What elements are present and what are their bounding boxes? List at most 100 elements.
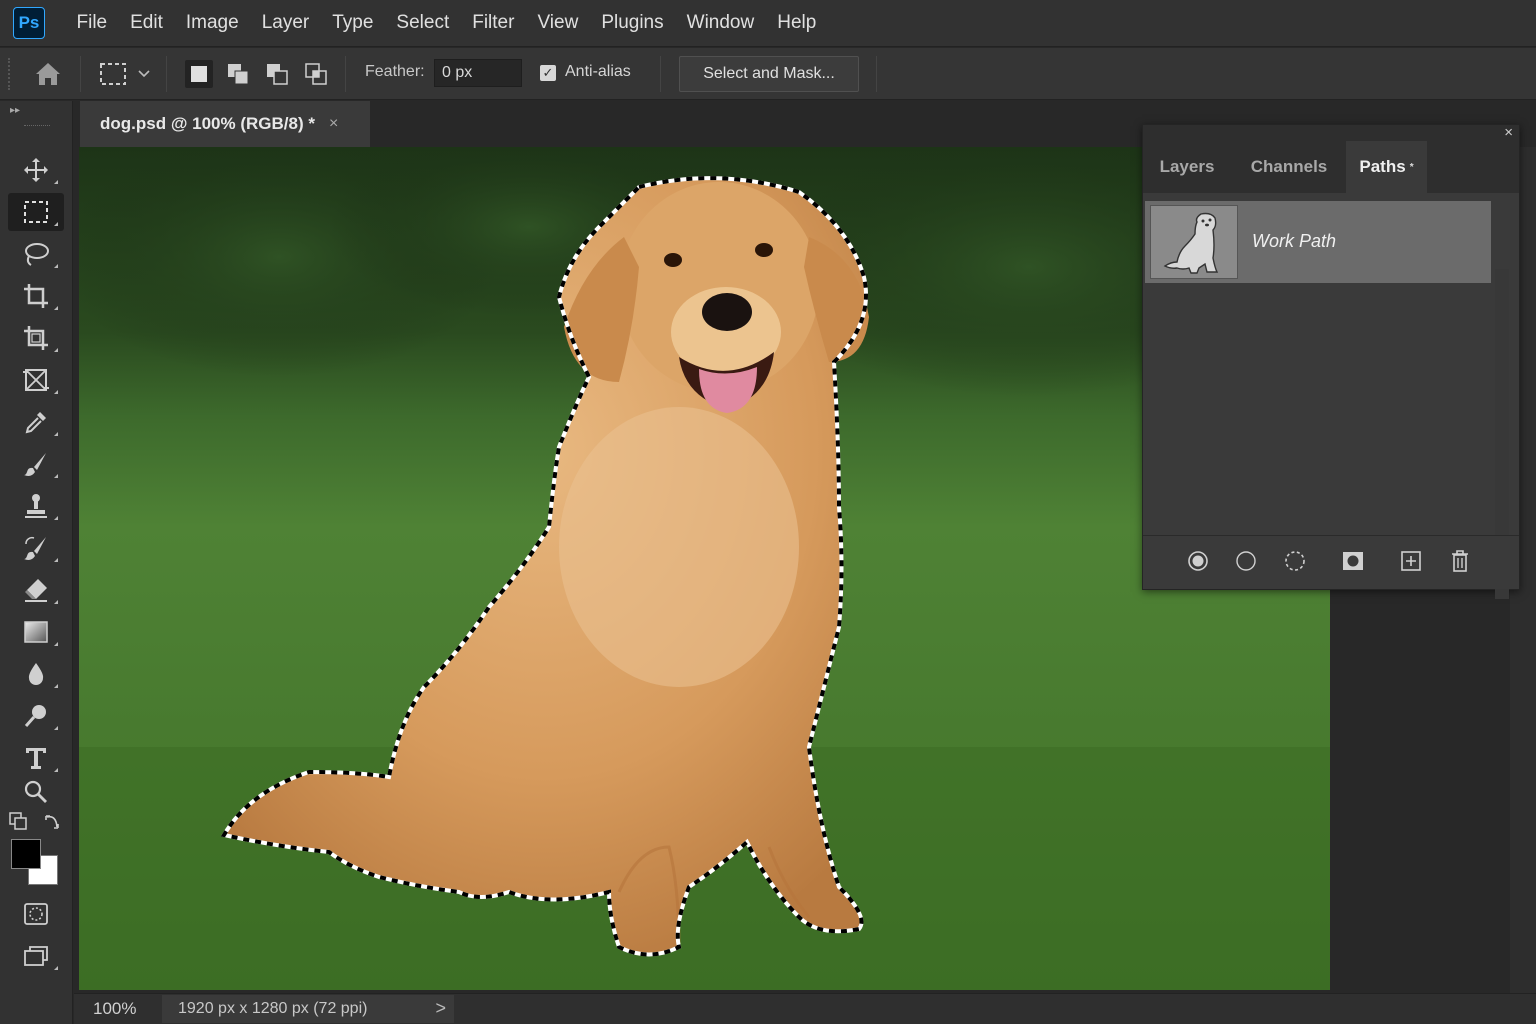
stroke-path-button[interactable] bbox=[1233, 548, 1259, 574]
lasso-icon bbox=[25, 243, 49, 266]
home-button[interactable] bbox=[32, 60, 64, 88]
toolbar-grip[interactable] bbox=[24, 125, 50, 128]
separator bbox=[166, 56, 167, 92]
panel-footer bbox=[1143, 535, 1519, 589]
intersect-selection-button[interactable] bbox=[302, 60, 330, 88]
tab-layers[interactable]: Layers bbox=[1143, 141, 1231, 193]
tab-channels[interactable]: Channels bbox=[1235, 141, 1343, 193]
fill-path-button[interactable] bbox=[1185, 548, 1211, 574]
menu-help[interactable]: Help bbox=[766, 12, 828, 34]
eyedropper-tool[interactable] bbox=[8, 403, 64, 441]
blur-tool[interactable] bbox=[8, 655, 64, 693]
path-name: Work Path bbox=[1252, 231, 1337, 251]
gradient-tool[interactable] bbox=[8, 613, 64, 651]
trash-icon bbox=[1452, 550, 1468, 572]
frame-icon bbox=[23, 369, 49, 391]
separator bbox=[660, 56, 661, 92]
panel-title-bar[interactable]: × bbox=[1143, 124, 1519, 141]
subtract-from-selection-button[interactable] bbox=[263, 60, 291, 88]
menu-bar: Ps File Edit Image Layer Type Select Fil… bbox=[0, 0, 1536, 47]
swap-colors-button[interactable] bbox=[42, 812, 62, 832]
chevron-down-icon bbox=[138, 70, 150, 78]
dodge-icon bbox=[24, 705, 46, 727]
menu-select[interactable]: Select bbox=[385, 12, 461, 34]
menu-layer[interactable]: Layer bbox=[250, 12, 321, 34]
blur-icon bbox=[28, 663, 44, 685]
menu-plugins[interactable]: Plugins bbox=[590, 12, 675, 34]
antialias-checkbox[interactable]: ✓ bbox=[540, 65, 556, 81]
perspective-crop-icon bbox=[24, 326, 48, 350]
add-selection-icon bbox=[228, 64, 249, 85]
marquee-tool[interactable] bbox=[8, 193, 64, 231]
swap-colors-icon bbox=[45, 815, 59, 829]
fill-path-icon bbox=[1188, 551, 1208, 571]
zoom-icon bbox=[24, 780, 47, 803]
menu-image[interactable]: Image bbox=[174, 12, 250, 34]
lasso-tool[interactable] bbox=[8, 235, 64, 273]
close-tab-icon[interactable]: × bbox=[329, 115, 338, 133]
history-brush-tool[interactable] bbox=[8, 529, 64, 567]
path-row[interactable]: Work Path bbox=[1145, 201, 1491, 283]
photoshop-window: Ps File Edit Image Layer Type Select Fil… bbox=[0, 0, 1536, 1024]
select-and-mask-button[interactable]: Select and Mask... bbox=[679, 56, 859, 92]
history-brush-icon bbox=[24, 536, 46, 560]
paths-list: Work Path bbox=[1143, 193, 1519, 599]
options-grip[interactable] bbox=[8, 58, 12, 90]
document-tab[interactable]: dog.psd @ 100% (RGB/8) * × bbox=[80, 101, 370, 147]
zoom-tool[interactable] bbox=[8, 773, 64, 811]
load-as-selection-button[interactable] bbox=[1282, 548, 1308, 574]
stroke-path-icon bbox=[1236, 551, 1256, 571]
type-tool[interactable] bbox=[8, 739, 64, 777]
default-colors-icon bbox=[9, 812, 27, 830]
menu-window[interactable]: Window bbox=[675, 12, 766, 34]
gradient-icon bbox=[24, 621, 48, 643]
add-mask-icon bbox=[1343, 552, 1363, 570]
status-bar: 100% 1920 px x 1280 px (72 ppi) > bbox=[74, 993, 1536, 1024]
marquee-icon bbox=[24, 201, 48, 223]
intersect-selection-icon bbox=[305, 63, 327, 85]
document-size: 1920 px x 1280 px (72 ppi) bbox=[178, 1000, 368, 1017]
perspective-crop-tool[interactable] bbox=[8, 319, 64, 357]
screen-mode-button[interactable] bbox=[8, 937, 64, 975]
menu-filter[interactable]: Filter bbox=[461, 12, 526, 34]
toolbar: ▸▸ bbox=[0, 101, 73, 1024]
separator bbox=[345, 56, 346, 92]
paths-panel: × Layers Channels Paths * Work Path bbox=[1142, 124, 1520, 599]
move-icon bbox=[24, 158, 48, 182]
tab-paths-label: Paths bbox=[1359, 157, 1406, 176]
panel-tabs: Layers Channels Paths * bbox=[1143, 141, 1519, 193]
add-to-selection-button[interactable] bbox=[224, 60, 252, 88]
add-mask-button[interactable] bbox=[1340, 548, 1366, 574]
menu-view[interactable]: View bbox=[526, 12, 590, 34]
toolbar-collapse-icon[interactable]: ▸▸ bbox=[10, 105, 20, 116]
new-selection-button[interactable] bbox=[185, 60, 213, 88]
move-tool[interactable] bbox=[8, 151, 64, 189]
quick-mask-button[interactable] bbox=[8, 895, 64, 933]
tool-preset-picker[interactable] bbox=[98, 60, 154, 88]
separator bbox=[876, 56, 877, 92]
crop-tool[interactable] bbox=[8, 277, 64, 315]
separator bbox=[80, 56, 81, 92]
eraser-tool[interactable] bbox=[8, 571, 64, 609]
feather-input[interactable]: 0 px bbox=[434, 59, 522, 87]
tab-paths[interactable]: Paths * bbox=[1346, 141, 1427, 193]
menu-file[interactable]: File bbox=[65, 12, 119, 34]
options-bar: Feather: 0 px ✓ Anti-alias Select and Ma… bbox=[0, 48, 1536, 100]
menu-edit[interactable]: Edit bbox=[119, 12, 175, 34]
brush-tool[interactable] bbox=[8, 445, 64, 483]
menu-type[interactable]: Type bbox=[321, 12, 385, 34]
delete-path-button[interactable] bbox=[1447, 548, 1473, 574]
chevron-right-icon[interactable]: > bbox=[435, 998, 446, 1019]
clone-stamp-tool[interactable] bbox=[8, 487, 64, 525]
tab-modified-mark: * bbox=[1409, 161, 1414, 173]
foreground-color-swatch[interactable] bbox=[11, 839, 41, 869]
dodge-tool[interactable] bbox=[8, 697, 64, 735]
photoshop-logo: Ps bbox=[13, 7, 45, 39]
default-colors-button[interactable] bbox=[9, 812, 29, 832]
document-info-box[interactable]: 1920 px x 1280 px (72 ppi) > bbox=[162, 995, 454, 1023]
crop-icon bbox=[24, 284, 48, 308]
close-panel-icon[interactable]: × bbox=[1504, 124, 1513, 141]
frame-tool[interactable] bbox=[8, 361, 64, 399]
zoom-level[interactable]: 100% bbox=[93, 999, 136, 1019]
create-new-path-button[interactable] bbox=[1398, 548, 1424, 574]
